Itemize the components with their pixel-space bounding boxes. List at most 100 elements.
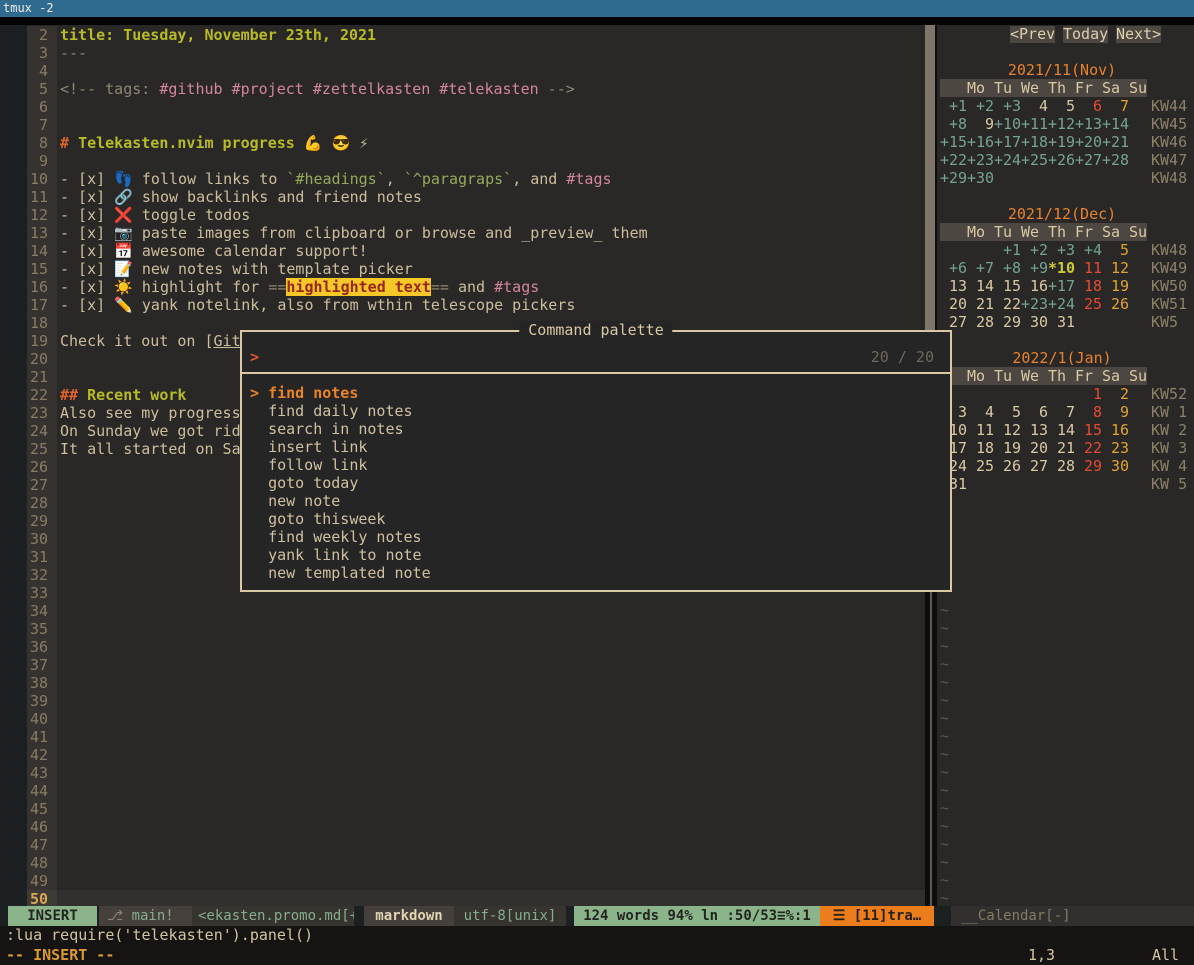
palette-item-goto-thisweek[interactable]: goto thisweek [250,510,950,528]
calendar-day[interactable]: 19 [1102,277,1129,295]
editor-line[interactable]: 8# Telekasten.nvim progress 💪 😎 ⚡ [27,134,925,152]
calendar-day[interactable]: 29 [994,313,1021,331]
editor-line[interactable]: 50 [27,890,925,906]
editor-line[interactable]: 40 [27,710,925,728]
editor-line[interactable]: 9 [27,152,925,170]
palette-item-insert-link[interactable]: insert link [250,438,950,456]
calendar-day[interactable]: 27 [940,313,967,331]
calendar-day[interactable]: 29 [1075,457,1102,475]
calendar-day[interactable]: 4 [1021,97,1048,115]
calendar-day[interactable]: +3 [1048,241,1075,259]
calendar-day[interactable]: 5 [1048,97,1075,115]
editor-line[interactable]: 12- [x] ❌ toggle todos [27,206,925,224]
editor-line[interactable]: 43 [27,764,925,782]
calendar-day[interactable]: +16 [967,133,994,151]
palette-item-yank-link-to-note[interactable]: yank link to note [250,546,950,564]
calendar-day[interactable]: 21 [1048,439,1075,457]
calendar-day[interactable]: 1 [1075,385,1102,403]
calendar-day[interactable]: +7 [967,259,994,277]
calendar-day[interactable]: 28 [1048,457,1075,475]
editor-line[interactable]: 4 [27,62,925,80]
calendar-day[interactable]: 11 [1075,259,1102,277]
calendar-day[interactable]: 14 [967,277,994,295]
command-line[interactable]: :lua require('telekasten').panel() [0,926,1194,945]
calendar-day[interactable]: 30 [1021,313,1048,331]
calendar-day[interactable]: 23 [1102,439,1129,457]
calendar-day[interactable]: 9 [1102,403,1129,421]
calendar-day[interactable]: +8 [940,115,967,133]
calendar-day[interactable]: 25 [967,457,994,475]
editor-line[interactable]: 5<!-- tags: #github #project #zettelkast… [27,80,925,98]
calendar-day[interactable]: 22 [1075,439,1102,457]
palette-item-new-templated-note[interactable]: new templated note [250,564,950,582]
calendar-day[interactable]: +17 [994,133,1021,151]
calendar-day[interactable]: 12 [994,421,1021,439]
calendar-day[interactable]: 16 [1021,277,1048,295]
calendar-day[interactable]: 16 [1102,421,1129,439]
calendar-day[interactable]: 27 [1021,457,1048,475]
calendar-day[interactable]: +24 [994,151,1021,169]
editor-line[interactable]: 35 [27,620,925,638]
calendar-day[interactable]: +14 [1102,115,1129,133]
calendar-day[interactable]: 19 [994,439,1021,457]
calendar-day[interactable]: +13 [1075,115,1102,133]
editor-line[interactable]: 7 [27,116,925,134]
calendar-day[interactable]: +23 [967,151,994,169]
editor-line[interactable]: 39 [27,692,925,710]
calendar-day[interactable]: 18 [967,439,994,457]
calendar-day[interactable]: 14 [1048,421,1075,439]
calendar-day[interactable]: 25 [1075,295,1102,313]
calendar-day[interactable]: +2 [1021,241,1048,259]
calendar-day[interactable]: 31 [1048,313,1075,331]
palette-item-find-notes[interactable]: > find notes [250,384,950,402]
calendar-day[interactable]: +9 [1021,259,1048,277]
editor-line[interactable]: 47 [27,836,925,854]
scrollbar-thumb[interactable] [925,25,935,330]
calendar-day[interactable]: +3 [994,97,1021,115]
calendar-day[interactable]: +15 [940,133,967,151]
calendar-day[interactable]: +1 [994,241,1021,259]
calendar-day[interactable]: +23 [1021,295,1048,313]
today-button[interactable]: Today [1063,26,1108,43]
editor-line[interactable]: 10- [x] 👣 follow links to `#headings`, `… [27,170,925,188]
palette-item-follow-link[interactable]: follow link [250,456,950,474]
calendar-day[interactable]: +26 [1048,151,1075,169]
calendar-day[interactable]: +30 [967,169,994,187]
prev-button[interactable]: <Prev [1010,26,1055,43]
calendar-day[interactable]: 28 [967,313,994,331]
calendar-day[interactable]: +10 [994,115,1021,133]
calendar-day[interactable]: 6 [1075,97,1102,115]
calendar-day[interactable]: 26 [1102,295,1129,313]
calendar-day[interactable]: 8 [1075,403,1102,421]
calendar-day[interactable]: 5 [994,403,1021,421]
calendar-day[interactable]: 6 [1021,403,1048,421]
calendar-day[interactable]: +8 [994,259,1021,277]
editor-line[interactable]: 41 [27,728,925,746]
calendar-day[interactable]: *10 [1048,259,1075,277]
calendar-day[interactable]: +29 [940,169,967,187]
calendar-day[interactable]: 20 [940,295,967,313]
palette-prompt[interactable]: > 20 / 20 [242,348,950,366]
calendar-day[interactable]: +21 [1102,133,1129,151]
next-button[interactable]: Next> [1116,26,1161,43]
editor-line[interactable]: 14- [x] 📅 awesome calendar support! [27,242,925,260]
calendar-day[interactable]: +27 [1075,151,1102,169]
editor-line[interactable]: 38 [27,674,925,692]
calendar-day[interactable]: +25 [1021,151,1048,169]
editor-line[interactable]: 3--- [27,44,925,62]
editor-line[interactable]: 49 [27,872,925,890]
editor-line[interactable]: 42 [27,746,925,764]
calendar-day[interactable]: +1 [940,97,967,115]
tab-indicator[interactable]: ☰ [11]tra… [820,906,934,926]
calendar-day[interactable]: 21 [967,295,994,313]
palette-item-new-note[interactable]: new note [250,492,950,510]
editor-line[interactable]: 6 [27,98,925,116]
calendar-day[interactable]: 9 [967,115,994,133]
editor-line[interactable]: 37 [27,656,925,674]
palette-item-find-daily-notes[interactable]: find daily notes [250,402,950,420]
editor-line[interactable]: 15- [x] 📝 new notes with template picker [27,260,925,278]
calendar-day[interactable]: +22 [940,151,967,169]
calendar-day[interactable]: 15 [1075,421,1102,439]
calendar-day[interactable]: 4 [967,403,994,421]
editor-line[interactable]: 34 [27,602,925,620]
